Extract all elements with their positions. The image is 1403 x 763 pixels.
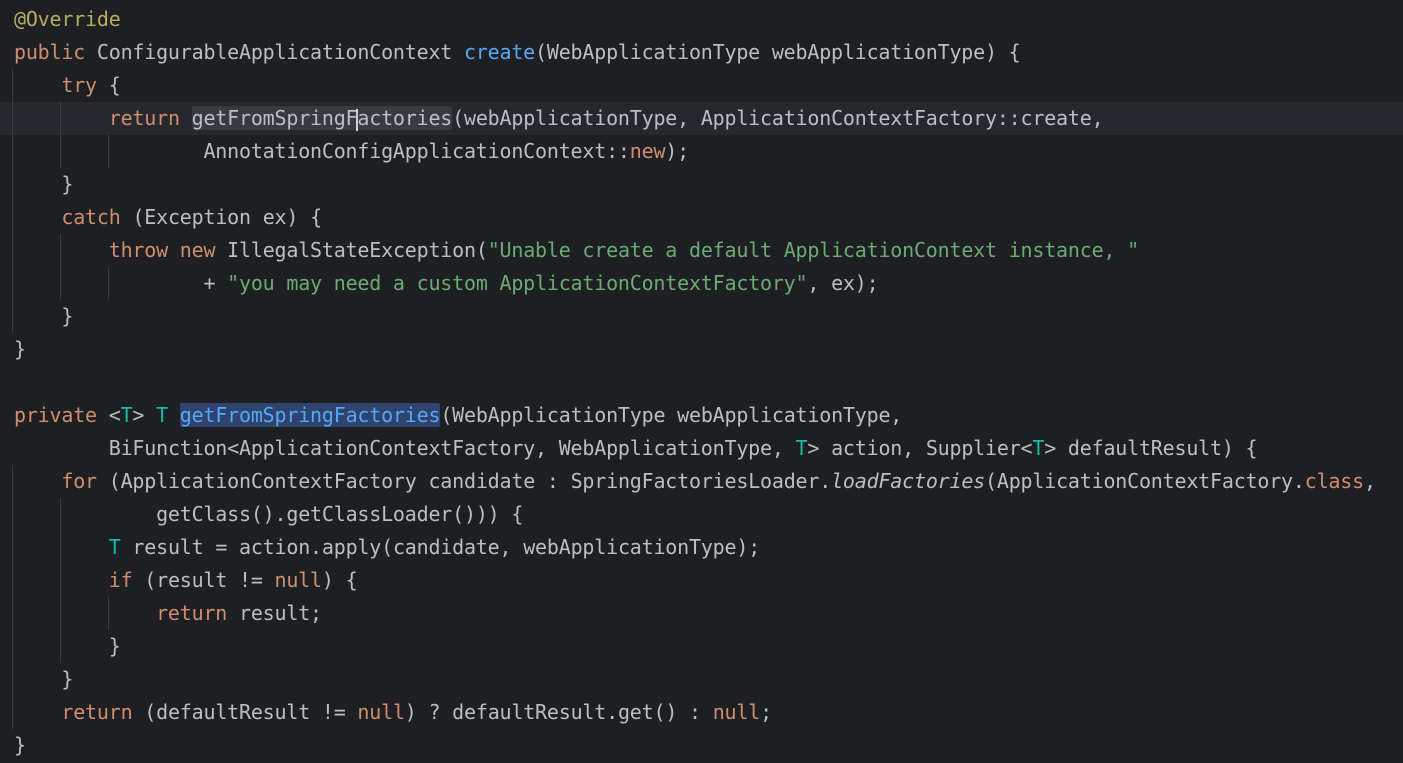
code-line[interactable]: AnnotationConfigApplicationContext::new)… [0,135,1403,168]
code-editor[interactable]: @Override public ConfigurableApplicationC… [0,0,1403,763]
code-line[interactable]: } [0,333,1403,366]
code-text: } [14,733,26,757]
code-line[interactable]: return getFromSpringFactories(webApplica… [0,102,1403,135]
code-text: } [14,337,26,361]
indent-guide [108,597,109,630]
code-line[interactable]: } [0,663,1403,696]
method-usage-highlight[interactable]: getFromSpringFactories [191,106,452,131]
code-line[interactable]: public ConfigurableApplicationContext cr… [0,36,1403,69]
code-line[interactable]: } [0,729,1403,762]
code-line[interactable]: } [0,630,1403,663]
code-text: T result = action.apply(candidate, webAp… [108,535,761,559]
indent-guide [108,267,109,300]
indent-guide [108,135,109,168]
code-text: } [108,634,121,658]
code-line[interactable]: if (result != null) { [0,564,1403,597]
code-line[interactable]: catch (Exception ex) { [0,201,1403,234]
code-text: } [61,667,74,691]
code-line[interactable]: } [0,300,1403,333]
code-line[interactable]: return (defaultResult != null) ? default… [0,696,1403,729]
indent-guide [60,234,61,300]
method-declaration-highlight[interactable]: getFromSpringFactories [179,403,441,427]
code-text: if (result != null) { [108,568,358,592]
code-text: } [61,172,74,196]
code-line[interactable]: + "you may need a custom ApplicationCont… [0,267,1403,300]
code-line[interactable]: throw new IllegalStateException("Unable … [0,234,1403,267]
code-text: catch (Exception ex) { [61,205,322,229]
code-line[interactable]: return result; [0,597,1403,630]
code-text: for (ApplicationContextFactory candidate… [61,469,1376,493]
code-line[interactable]: getClass().getClassLoader())) { [0,498,1403,531]
indent-guide [60,498,61,663]
code-text: @Override [14,7,121,31]
indent-guide [60,102,61,168]
code-line[interactable]: } [0,168,1403,201]
code-line[interactable]: T result = action.apply(candidate, webAp… [0,531,1403,564]
code-text: try { [61,73,121,97]
code-text: AnnotationConfigApplicationContext::new)… [203,139,689,163]
code-text: + "you may need a custom ApplicationCont… [203,271,879,295]
code-text: getClass().getClassLoader())) { [156,502,524,526]
indent-guide [12,465,13,729]
code-text: private <T> T getFromSpringFactories(Web… [14,403,903,427]
code-line[interactable]: BiFunction<ApplicationContextFactory, We… [0,432,1403,465]
indent-guide [12,69,13,333]
text-caret [356,108,359,131]
code-line[interactable]: private <T> T getFromSpringFactories(Web… [0,399,1403,432]
code-text: throw new IllegalStateException("Unable … [108,238,1139,262]
code-text: } [61,304,74,328]
code-text: public ConfigurableApplicationContext cr… [14,40,1021,64]
code-line[interactable] [0,366,1403,399]
code-text: return getFromSpringFactories(webApplica… [108,106,1104,131]
code-line[interactable]: try { [0,69,1403,102]
code-text: BiFunction<ApplicationContextFactory, We… [108,436,1258,460]
code-line[interactable]: @Override [0,3,1403,36]
code-text: return (defaultResult != null) ? default… [61,700,772,724]
code-line[interactable]: for (ApplicationContextFactory candidate… [0,465,1403,498]
